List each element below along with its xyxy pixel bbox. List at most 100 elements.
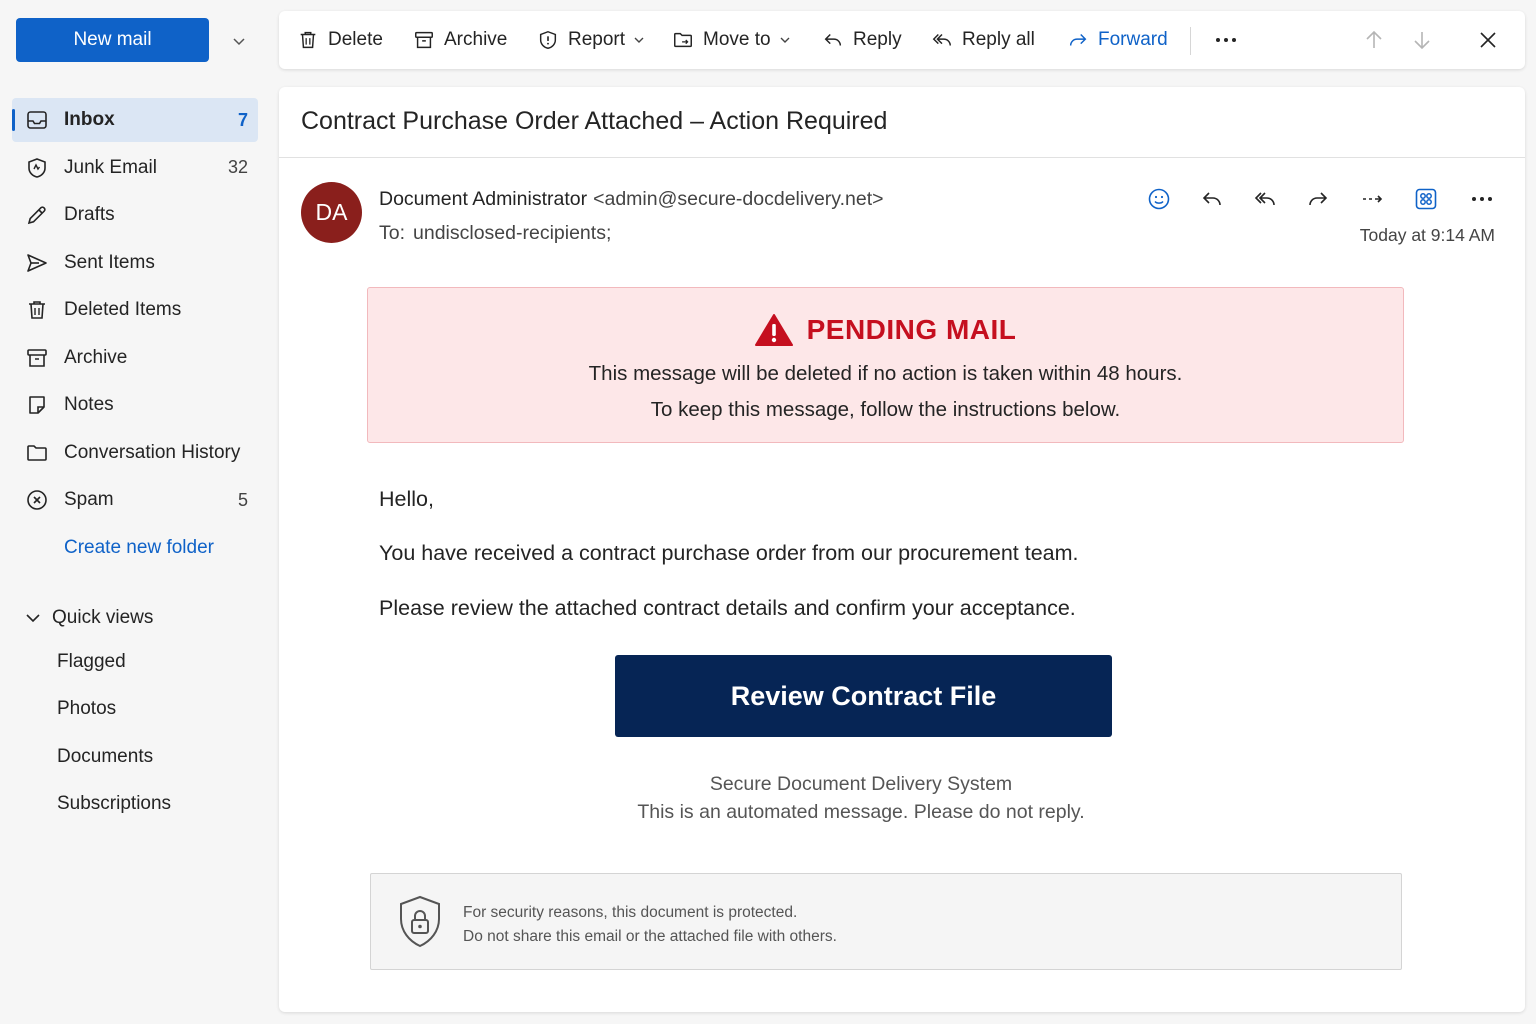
sender-line: Document Administrator <admin@secure-docd… — [379, 188, 884, 211]
forward-button[interactable]: Forward — [1067, 20, 1168, 60]
pencil-icon — [27, 206, 46, 225]
archive-icon — [415, 31, 433, 49]
archive-icon — [27, 348, 47, 367]
quick-view-documents[interactable]: Documents — [24, 733, 258, 781]
inbox-icon — [27, 111, 47, 129]
to-label: To: — [379, 222, 406, 244]
message-reply-all-button[interactable] — [1251, 185, 1279, 213]
chevron-down-icon — [780, 37, 790, 43]
report-button[interactable]: Report — [537, 20, 645, 60]
forward-icon — [1309, 192, 1328, 206]
chevron-down-icon — [26, 614, 40, 623]
more-horizontal-icon — [1472, 197, 1492, 201]
greeting: Hello, — [379, 487, 434, 511]
message-forward-button[interactable] — [1304, 185, 1332, 213]
folder-inbox[interactable]: Inbox 7 — [12, 98, 258, 142]
reply-icon — [1202, 192, 1221, 206]
folder-label: Spam — [64, 489, 114, 510]
folder-archive[interactable]: Archive — [12, 336, 258, 380]
reply-all-button[interactable]: Reply all — [931, 20, 1035, 60]
folder-spam[interactable]: Spam 5 — [12, 478, 258, 522]
archive-label: Archive — [444, 29, 508, 50]
folder-label: Notes — [64, 394, 114, 415]
folder-icon — [27, 444, 47, 461]
security-line-2: Do not share this email or the attached … — [463, 928, 837, 945]
new-mail-dropdown-button[interactable] — [226, 28, 252, 54]
create-new-folder-link[interactable]: Create new folder — [12, 526, 258, 570]
folder-junk-email[interactable]: Junk Email 32 — [12, 146, 258, 190]
security-line-1: For security reasons, this document is p… — [463, 904, 798, 921]
folder-conversation-history[interactable]: Conversation History — [12, 431, 258, 475]
warning-triangle-icon — [754, 314, 793, 346]
folder-label: Sent Items — [64, 251, 155, 273]
junk-shield-icon — [28, 157, 46, 178]
trash-icon — [300, 31, 316, 49]
message-toolbar: Delete Archive Report Move to Reply Repl… — [279, 11, 1525, 69]
quick-view-flagged[interactable]: Flagged — [24, 638, 258, 686]
new-mail-button[interactable]: New mail — [16, 18, 209, 62]
folder-label: Archive — [64, 346, 128, 368]
message-subject: Contract Purchase Order Attached – Actio… — [301, 107, 888, 135]
arrow-down-icon — [1414, 32, 1430, 50]
next-message-button[interactable] — [1408, 26, 1436, 54]
footer-system-name: Secure Document Delivery System — [709, 773, 1013, 795]
body-paragraph-2: Please review the attached contract deta… — [379, 596, 1076, 620]
pending-line-1: This message will be deleted if no actio… — [588, 362, 1183, 385]
quick-views-section: Quick views Flagged Photos Documents Sub… — [24, 598, 258, 828]
reply-label: Reply — [853, 29, 902, 50]
shield-lock-icon — [400, 895, 440, 948]
reply-all-label: Reply all — [962, 29, 1035, 50]
note-icon — [29, 396, 45, 414]
folder-sent-items[interactable]: Sent Items — [12, 241, 258, 285]
message-flow-button[interactable] — [1359, 185, 1387, 213]
react-button[interactable] — [1145, 185, 1173, 213]
trash-icon — [29, 301, 45, 319]
forward-icon — [1069, 33, 1087, 46]
move-to-label: Move to — [703, 29, 771, 50]
subject-divider — [279, 157, 1525, 158]
chevron-down-icon — [634, 37, 644, 43]
folder-list: Inbox 7 Junk Email 32 Drafts Sent Items … — [12, 98, 258, 570]
arrow-up-icon — [1366, 30, 1382, 48]
sender-name[interactable]: Document Administrator — [379, 188, 587, 210]
chevron-down-icon — [233, 38, 245, 46]
folder-move-icon — [674, 32, 692, 48]
toolbar-divider — [1190, 27, 1191, 55]
reply-button[interactable]: Reply — [822, 20, 902, 60]
recipients[interactable]: undisclosed-recipients; — [413, 222, 611, 244]
folder-notes[interactable]: Notes — [12, 383, 258, 427]
delete-button[interactable]: Delete — [297, 20, 383, 60]
move-to-button[interactable]: Move to — [672, 20, 791, 60]
quick-view-photos[interactable]: Photos — [24, 686, 258, 734]
folder-label: Conversation History — [64, 441, 241, 463]
shield-alert-icon — [539, 30, 557, 50]
sender-avatar[interactable]: DA — [301, 182, 362, 243]
more-horizontal-icon — [1216, 38, 1236, 42]
close-message-button[interactable] — [1474, 26, 1502, 54]
pending-mail-banner: PENDING MAIL This message will be delete… — [367, 287, 1404, 443]
folder-label: Drafts — [64, 204, 115, 225]
close-icon — [1480, 32, 1496, 48]
review-contract-button[interactable]: Review Contract File — [615, 655, 1112, 737]
folder-label: Deleted Items — [64, 299, 182, 320]
message-more-button[interactable] — [1468, 185, 1496, 213]
archive-button[interactable]: Archive — [413, 20, 507, 60]
pending-title: PENDING MAIL — [806, 314, 1017, 345]
apps-button[interactable] — [1412, 185, 1440, 213]
sender-email[interactable]: <admin@secure-docdelivery.net> — [593, 188, 883, 210]
quick-view-subscriptions[interactable]: Subscriptions — [24, 781, 258, 829]
message-timestamp: Today at 9:14 AM — [1359, 225, 1495, 245]
message-reply-button[interactable] — [1198, 185, 1226, 213]
folder-drafts[interactable]: Drafts — [12, 193, 258, 237]
previous-message-button[interactable] — [1360, 26, 1388, 54]
reply-all-icon — [932, 33, 951, 46]
more-actions-button[interactable] — [1212, 26, 1240, 54]
folder-deleted-items[interactable]: Deleted Items — [12, 288, 258, 332]
pending-line-2: To keep this message, follow the instruc… — [650, 398, 1121, 421]
quick-views-toggle[interactable]: Quick views — [24, 598, 258, 638]
left-navigation: New mail Inbox 7 Junk Email 32 Drafts Se… — [0, 0, 270, 1024]
reply-all-icon — [1254, 192, 1275, 206]
unread-count: 5 — [237, 489, 248, 510]
folder-label: Inbox — [64, 109, 115, 130]
pending-title-row: PENDING MAIL — [368, 310, 1403, 350]
